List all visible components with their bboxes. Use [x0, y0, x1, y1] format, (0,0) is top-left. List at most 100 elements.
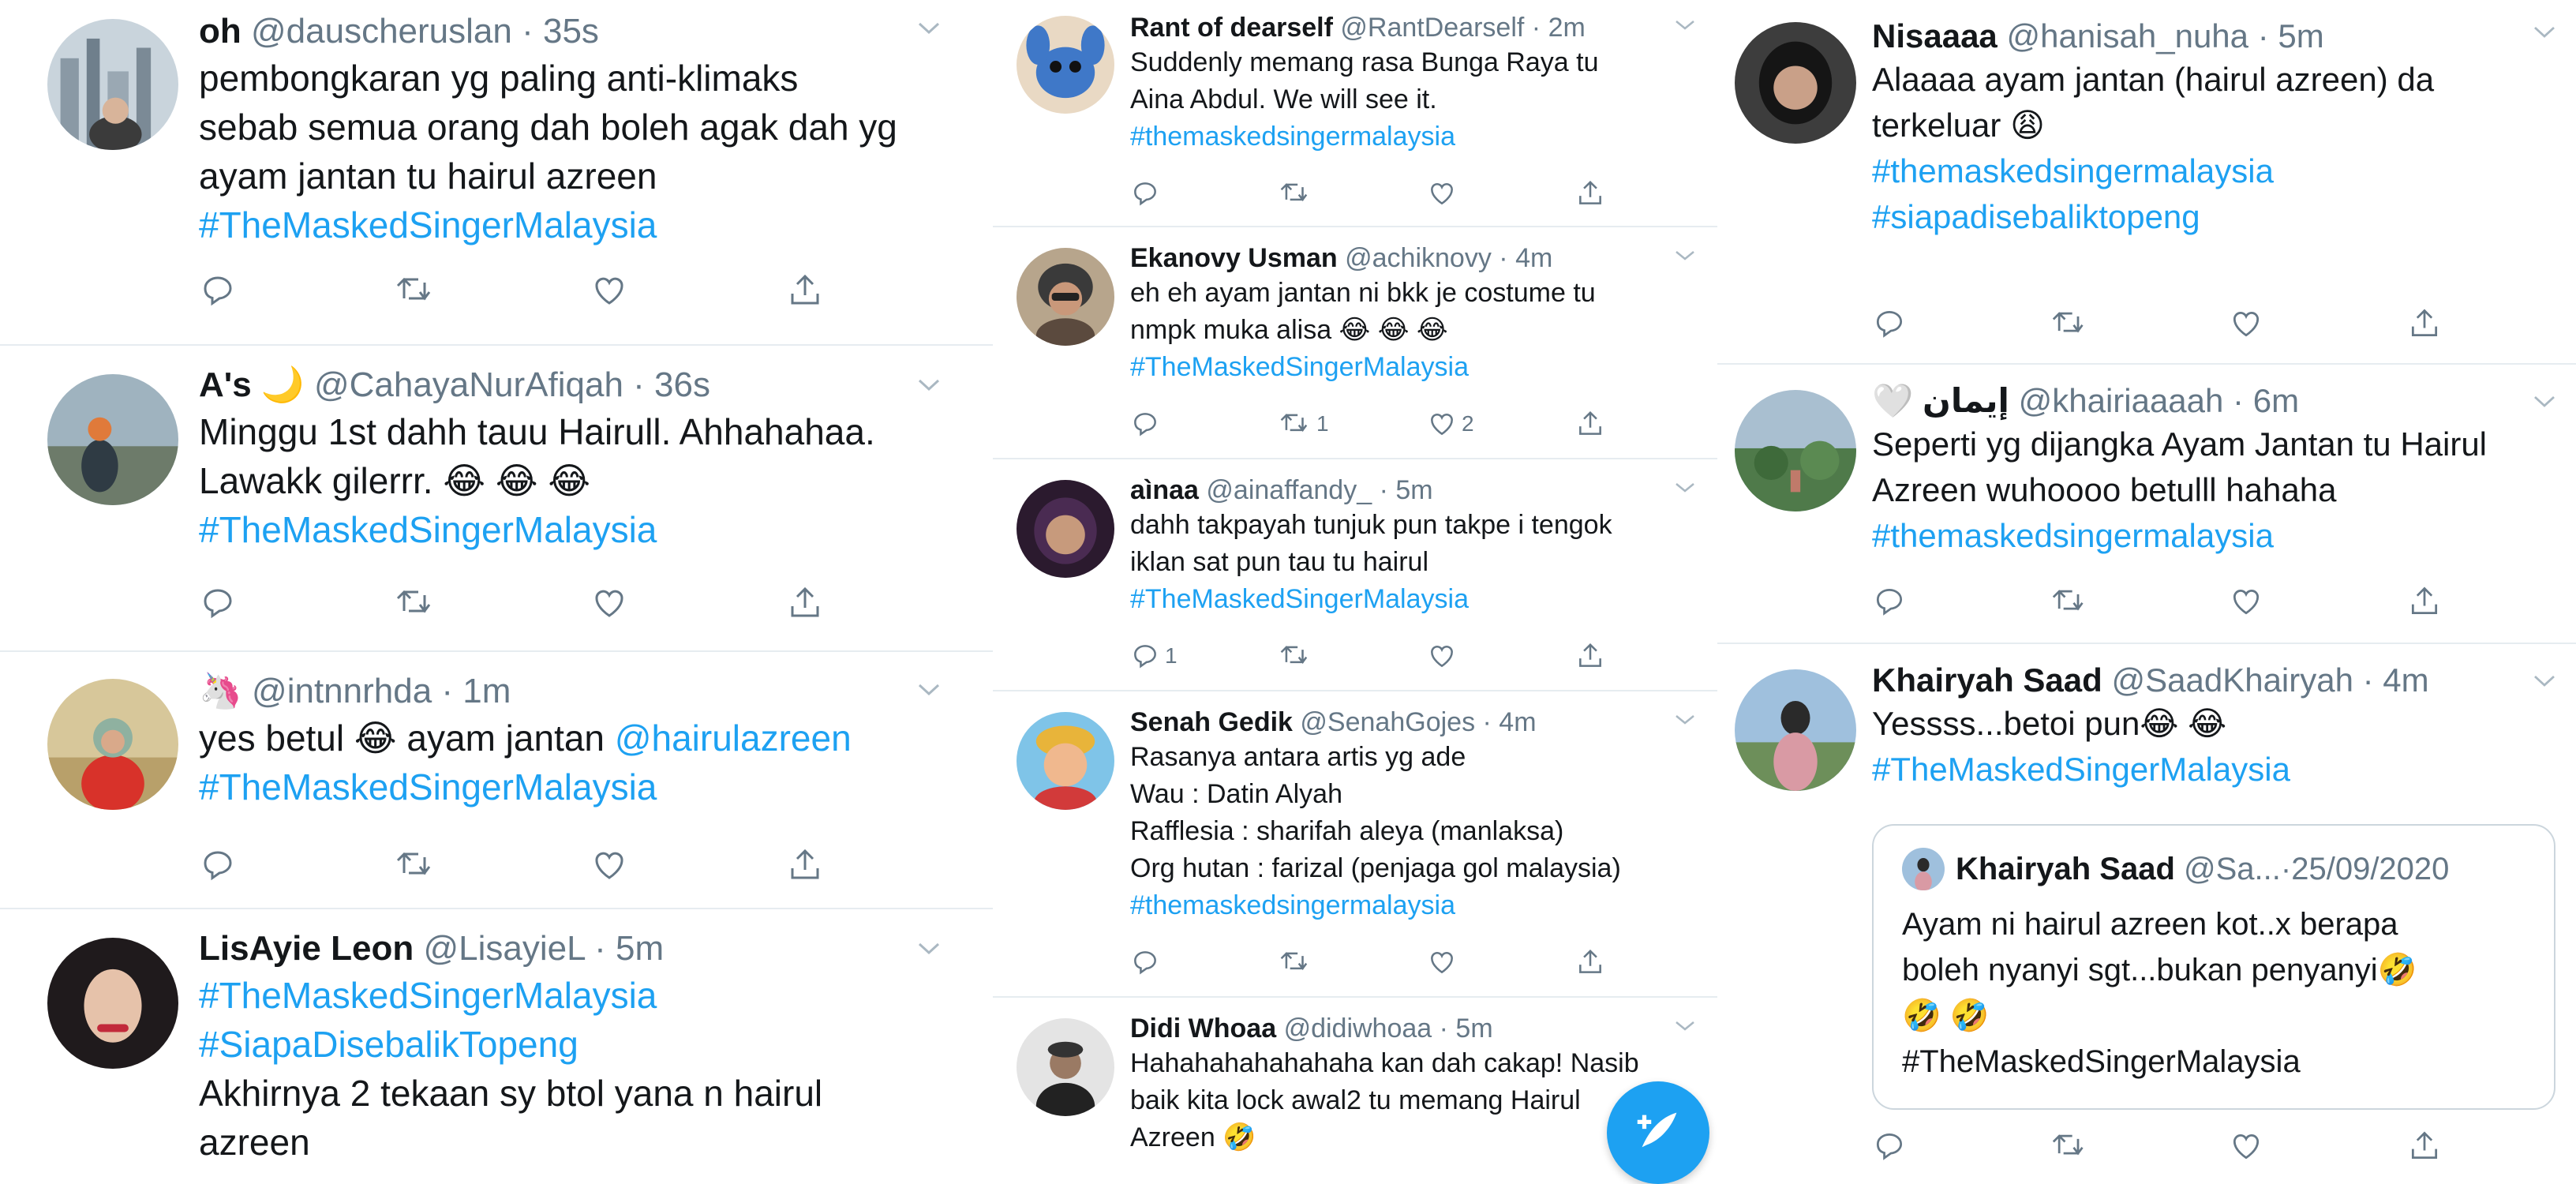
author-handle[interactable]: @khairiaaaah	[2019, 382, 2224, 419]
like-button[interactable]	[1427, 947, 1575, 977]
tweet-time[interactable]: 5m	[1395, 475, 1432, 505]
tweet-card[interactable]: aìnaa @ainaffandy_ · 5m dahh takpayah tu…	[993, 459, 1717, 691]
tweet-time[interactable]: 36s	[654, 365, 710, 404]
reply-button[interactable]	[199, 584, 395, 622]
chevron-down-icon[interactable]	[917, 682, 941, 702]
hashtag-link[interactable]: #siapadisebaliktopeng	[1872, 194, 2537, 240]
author-handle[interactable]: @CahayaNurAfiqah	[314, 365, 623, 404]
avatar[interactable]	[47, 19, 178, 150]
tweet-time[interactable]: 1m	[462, 672, 511, 710]
tweet-card[interactable]: Didi Whoaa @didiwhoaa · 5m Hahahahahahah…	[993, 998, 1717, 1184]
tweet-time[interactable]: 5m	[1455, 1014, 1492, 1043]
author-name[interactable]: Ekanovy Usman	[1130, 243, 1338, 273]
author-handle[interactable]: @SenahGojes	[1300, 707, 1475, 737]
hashtag-link[interactable]: #TheMaskedSingerMalaysia	[199, 200, 945, 249]
author-handle[interactable]: @hanisah_nuha	[2006, 17, 2248, 54]
retweet-button[interactable]	[1279, 641, 1427, 671]
tweet-time[interactable]: 5m	[2278, 17, 2323, 54]
avatar[interactable]	[1735, 22, 1856, 144]
avatar[interactable]	[47, 679, 178, 810]
tweet-card[interactable]: Senah Gedik @SenahGojes · 4m Rasanya ant…	[993, 691, 1717, 998]
hashtag-link[interactable]: #themaskedsingermalaysia	[1872, 148, 2537, 194]
avatar[interactable]	[1017, 1018, 1114, 1116]
chevron-down-icon[interactable]	[1675, 481, 1695, 498]
author-handle[interactable]: @achiknovy	[1345, 243, 1492, 273]
author-handle[interactable]: @LisayieL	[423, 929, 584, 968]
author-name[interactable]: Senah Gedik	[1130, 707, 1293, 737]
author-name[interactable]: Khairyah Saad	[1872, 661, 2102, 699]
hashtag-link[interactable]: #TheMaskedSingerMalaysia	[1872, 747, 2537, 792]
chevron-down-icon[interactable]	[1675, 249, 1695, 266]
chevron-down-icon[interactable]	[1675, 714, 1695, 730]
retweet-button[interactable]	[2050, 584, 2229, 619]
avatar[interactable]	[1017, 480, 1114, 578]
retweet-button[interactable]: 1	[1279, 409, 1427, 439]
chevron-down-icon[interactable]	[2533, 395, 2555, 413]
author-handle[interactable]: @didiwhoaa	[1284, 1014, 1432, 1043]
tweet-card[interactable]: 🦄 @intnnrhda · 1m yes betul 😂 ayam janta…	[0, 652, 993, 909]
chevron-down-icon[interactable]	[2533, 674, 2555, 692]
author-handle[interactable]: @SaadKhairyah	[2111, 661, 2353, 699]
avatar[interactable]	[1735, 669, 1856, 791]
author-name[interactable]: Didi Whoaa	[1130, 1014, 1276, 1043]
hashtag-link[interactable]: #themaskedsingermalaysia	[1130, 887, 1686, 924]
avatar[interactable]	[47, 374, 178, 505]
share-button[interactable]	[786, 584, 982, 622]
like-button[interactable]	[1427, 641, 1575, 671]
hashtag-link[interactable]: #TheMaskedSingerMalaysia	[199, 762, 945, 811]
share-button[interactable]	[2407, 306, 2576, 341]
share-button[interactable]	[1575, 947, 1717, 977]
author-name[interactable]: aìnaa	[1130, 475, 1199, 505]
retweet-button[interactable]	[2050, 1129, 2229, 1163]
reply-button[interactable]	[199, 846, 395, 884]
avatar[interactable]	[1735, 390, 1856, 511]
author-name[interactable]: Rant of dearself	[1130, 13, 1333, 43]
hashtag-link[interactable]: #SiapaDisebalikTopeng	[199, 1020, 945, 1069]
tweet-card[interactable]: A's 🌙 @CahayaNurAfiqah · 36s Minggu 1st …	[0, 346, 993, 652]
retweet-button[interactable]	[395, 584, 590, 622]
reply-button[interactable]	[1872, 1129, 2050, 1163]
reply-button[interactable]	[1130, 947, 1279, 977]
share-button[interactable]	[786, 846, 982, 884]
reply-button[interactable]	[1872, 584, 2050, 619]
chevron-down-icon[interactable]	[2533, 25, 2555, 43]
chevron-down-icon[interactable]	[917, 941, 941, 961]
share-button[interactable]	[2407, 584, 2576, 619]
share-button[interactable]	[1575, 641, 1717, 671]
reply-button[interactable]	[199, 272, 395, 309]
tweet-card[interactable]: 🤍 إيمان @khairiaaaah · 6m Seperti yg dij…	[1717, 365, 2576, 644]
hashtag-link[interactable]: #TheMaskedSingerMalaysia	[199, 971, 945, 1020]
like-button[interactable]: 2	[1427, 409, 1575, 439]
compose-tweet-button[interactable]	[1607, 1081, 1709, 1184]
hashtag-link[interactable]: #TheMaskedSingerMalaysia	[1130, 349, 1686, 386]
tweet-card[interactable]: Ekanovy Usman @achiknovy · 4m eh eh ayam…	[993, 227, 1717, 459]
tweet-card[interactable]: Rant of dearself @RantDearself · 2m Sudd…	[993, 0, 1717, 227]
like-button[interactable]	[590, 846, 786, 884]
reply-button[interactable]: 1	[1130, 641, 1279, 671]
chevron-down-icon[interactable]	[1675, 19, 1695, 36]
author-name[interactable]: Nisaaaa	[1872, 17, 1998, 54]
reply-button[interactable]	[1130, 178, 1279, 208]
chevron-down-icon[interactable]	[917, 377, 941, 397]
reply-button[interactable]	[1872, 306, 2050, 341]
like-button[interactable]	[1427, 178, 1575, 208]
avatar[interactable]	[47, 938, 178, 1069]
tweet-card[interactable]: LisAyie Leon @LisayieL · 5m #TheMaskedSi…	[0, 909, 993, 1184]
like-button[interactable]	[2229, 584, 2407, 619]
author-name[interactable]: A's 🌙	[199, 365, 305, 404]
mention-link[interactable]: @hairulazreen	[615, 718, 852, 759]
tweet-time[interactable]: 35s	[543, 12, 599, 51]
retweet-button[interactable]	[395, 272, 590, 309]
tweet-time[interactable]: 4m	[1499, 707, 1536, 737]
hashtag-link[interactable]: #themaskedsingermalaysia	[1872, 513, 2537, 559]
like-button[interactable]	[2229, 306, 2407, 341]
share-button[interactable]	[1575, 409, 1717, 439]
avatar[interactable]	[1017, 712, 1114, 810]
like-button[interactable]	[590, 272, 786, 309]
quoted-tweet[interactable]: Khairyah Saad @Sa... · 25/09/2020 Ayam n…	[1872, 824, 2555, 1110]
tweet-time[interactable]: 2m	[1548, 13, 1586, 43]
author-name[interactable]: oh	[199, 12, 242, 51]
author-handle[interactable]: @intnnrhda	[252, 672, 432, 710]
author-name[interactable]: 🤍 إيمان	[1872, 382, 2009, 419]
author-name[interactable]: LisAyie Leon	[199, 929, 414, 968]
